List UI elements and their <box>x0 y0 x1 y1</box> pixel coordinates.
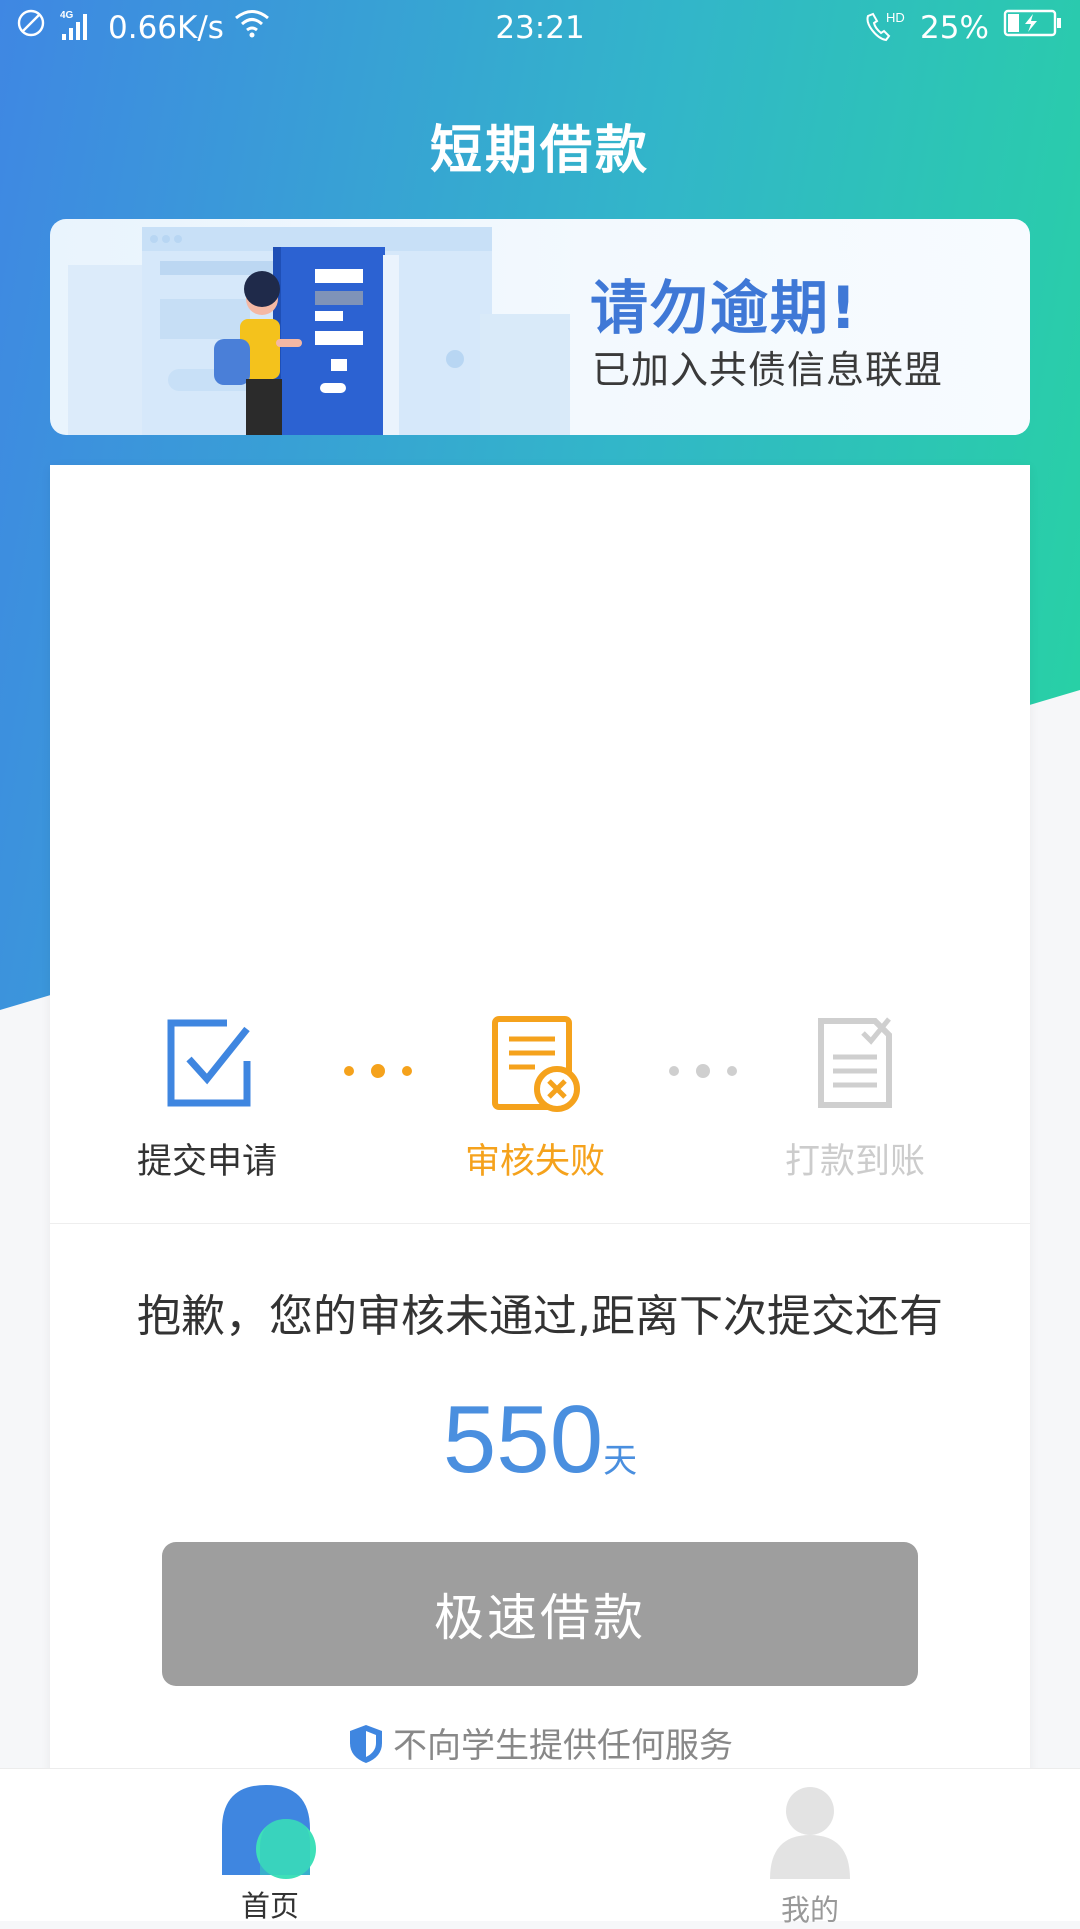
banner-illustration <box>68 227 570 435</box>
checkbox-icon <box>167 1019 251 1107</box>
hd-call-icon: HD <box>866 10 905 42</box>
progress-dots <box>344 1064 412 1078</box>
shield-icon <box>350 1725 382 1763</box>
battery-level-fill <box>1008 14 1019 32</box>
student-notice: 不向学生提供任何服务 <box>50 1718 1030 1767</box>
home-icon <box>222 1785 316 1879</box>
document-check-icon <box>818 1017 892 1108</box>
nav-mine[interactable]: 我的 <box>710 1783 910 1929</box>
bottom-navigation: 首页 我的 <box>0 1768 1080 1927</box>
document-rejected-icon <box>492 1016 580 1112</box>
loan-status-card: 提交申请 审核失败 打款到账 抱歉，您的审核未通过,距离下次提交还有 550天 … <box>50 465 1030 1785</box>
progress-dots <box>669 1064 737 1078</box>
banner[interactable]: 请勿逾期! 已加入共债信息联盟 <box>50 219 1030 435</box>
resubmit-countdown: 550天 <box>50 1385 1030 1495</box>
nav-home[interactable]: 首页 <box>170 1783 370 1925</box>
banner-headline: 请勿逾期! <box>590 274 859 342</box>
status-time: 23:21 <box>495 10 585 46</box>
review-result-message: 抱歉，您的审核未通过,距离下次提交还有 <box>137 1291 943 1342</box>
nav-label: 首页 <box>240 1889 299 1923</box>
step-review-failed: 审核失败 <box>415 1013 655 1184</box>
battery-charging-icon <box>1003 9 1061 37</box>
notice-text: 不向学生提供任何服务 <box>393 1726 733 1766</box>
countdown-unit: 天 <box>603 1441 638 1481</box>
countdown-days: 550 <box>442 1386 604 1493</box>
page-title: 短期借款 <box>429 121 650 181</box>
call-badge: HD <box>886 10 905 25</box>
progress-steps: 提交申请 审核失败 打款到账 <box>50 1013 1030 1243</box>
banner-subtitle: 已加入共债信息联盟 <box>592 348 944 392</box>
step-label: 打款到账 <box>784 1142 925 1182</box>
step-payment-received: 打款到账 <box>735 1013 975 1184</box>
divider <box>50 1223 1030 1224</box>
status-bar: 4G 0.66K/s 23:21 HD 25% <box>0 0 1080 56</box>
step-label: 提交申请 <box>136 1142 277 1182</box>
step-submit-application: 提交申请 <box>87 1013 327 1184</box>
user-icon <box>770 1787 850 1879</box>
quick-loan-button[interactable]: 极速借款 <box>162 1542 918 1686</box>
step-label: 审核失败 <box>464 1142 605 1182</box>
battery-percent: 25% <box>920 10 989 46</box>
nav-label: 我的 <box>780 1893 839 1927</box>
